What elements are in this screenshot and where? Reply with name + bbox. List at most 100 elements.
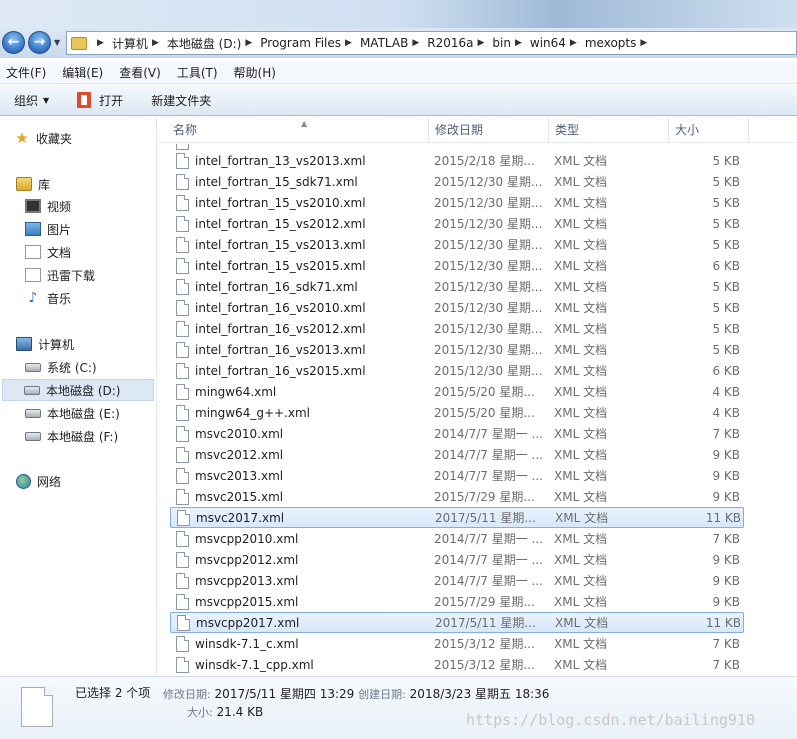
table-row[interactable]: intel_fortran_15_vs2015.xml 2015/12/30 星期… (170, 255, 744, 276)
nav-computer[interactable]: 计算机 (16, 333, 154, 355)
menu-item[interactable]: 文件(F) (6, 64, 46, 81)
table-row[interactable]: intel_fortran_15_sdk71.xml 2015/12/30 星期.… (170, 171, 744, 192)
nav-item-thunder-downloads[interactable]: 迅雷下载 (25, 264, 154, 286)
table-row[interactable]: intel_fortran_16_vs2010.xml 2015/12/30 星期… (170, 297, 744, 318)
forward-button[interactable]: → (28, 31, 51, 54)
file-name: msvcpp2017.xml (196, 615, 300, 630)
back-button[interactable]: ← (2, 31, 25, 54)
table-row[interactable]: msvc2017.xml 2017/5/11 星期... XML 文档 11 KB (170, 507, 744, 528)
file-type: XML 文档 (554, 175, 608, 189)
table-row[interactable]: msvcpp2015.xml 2015/7/29 星期... XML 文档 9 KB (170, 591, 744, 612)
table-row[interactable]: msvc2010.xml 2014/7/7 星期一 ... XML 文档 7 KB (170, 423, 744, 444)
nav-label: 本地磁盘 (D:) (46, 383, 121, 398)
table-row[interactable]: intel_fortran_16_sdk71.xml 2015/12/30 星期.… (170, 276, 744, 297)
table-row[interactable]: msvcpp2012.xml 2014/7/7 星期一 ... XML 文档 9 KB (170, 549, 744, 570)
file-size: 5 KB (712, 216, 740, 231)
column-size[interactable]: 大小 (669, 117, 749, 143)
nav-item-music[interactable]: ♪ 音乐 (25, 287, 154, 309)
history-dropdown-icon[interactable]: ▼ (54, 38, 64, 48)
breadcrumb-item[interactable]: 计算机 (112, 35, 148, 52)
table-row[interactable]: msvcpp2010.xml 2014/7/7 星期一 ... XML 文档 7 KB (170, 528, 744, 549)
breadcrumb-separator-icon[interactable]: ▶ (515, 38, 522, 48)
breadcrumb-separator-icon[interactable]: ▶ (245, 38, 252, 48)
column-type[interactable]: 类型 (549, 117, 669, 143)
breadcrumb-separator-icon[interactable]: ▶ (345, 38, 352, 48)
table-row[interactable]: intel_fortran_15_vs2010.xml 2015/12/30 星期… (170, 192, 744, 213)
menu-item[interactable]: 编辑(E) (62, 64, 103, 81)
nav-network[interactable]: 网络 (16, 470, 154, 492)
table-row[interactable]: intel_fortran_13_vs2013.xml 2015/2/18 星期.… (170, 150, 744, 171)
nav-item-drive-d[interactable]: 本地磁盘 (D:) (2, 379, 154, 401)
table-row[interactable]: mingw64.xml 2015/5/20 星期... XML 文档 4 KB (170, 381, 744, 402)
file-name: msvcpp2015.xml (195, 594, 299, 609)
nav-network-label: 网络 (37, 474, 62, 489)
breadcrumb-separator-icon[interactable]: ▶ (152, 38, 159, 48)
breadcrumb-item[interactable]: win64 (530, 36, 566, 50)
file-name: msvcpp2010.xml (195, 531, 299, 546)
table-row[interactable]: msvc2012.xml 2014/7/7 星期一 ... XML 文档 9 KB (170, 444, 744, 465)
open-label: 打开 (99, 93, 124, 108)
nav-favorites[interactable]: ★ 收藏夹 (14, 127, 154, 149)
breadcrumb-separator-icon[interactable]: ▶ (412, 38, 419, 48)
table-row[interactable]: intel_fortran_16_vs2013.xml 2015/12/30 星期… (170, 339, 744, 360)
file-size: 9 KB (712, 447, 740, 462)
table-row[interactable]: intel_fortran_15_vs2012.xml 2015/12/30 星期… (170, 213, 744, 234)
breadcrumb-separator-icon[interactable]: ▶ (97, 38, 104, 48)
column-name[interactable]: 名称 ▲ (167, 117, 429, 143)
xml-file-icon (176, 551, 189, 568)
table-row[interactable]: msvc2015.xml 2015/7/29 星期... XML 文档 9 KB (170, 486, 744, 507)
breadcrumb-item[interactable]: MATLAB (360, 36, 408, 50)
table-row[interactable]: msvcpp2013.xml 2014/7/7 星期一 ... XML 文档 9 KB (170, 570, 744, 591)
nav-item-pictures[interactable]: 图片 (25, 218, 154, 240)
file-name: intel_fortran_15_vs2013.xml (195, 237, 366, 252)
xml-file-icon (176, 635, 189, 652)
table-row[interactable]: intel_fortran_15_vs2013.xml 2015/12/30 星期… (170, 234, 744, 255)
nav-item-videos[interactable]: 视频 (25, 195, 154, 217)
xml-file-icon (177, 614, 190, 631)
address-bar[interactable]: ▶ 计算机 ▶ 本地磁盘 (D:) ▶ Program Files ▶ MATLAB ▶ R201… (66, 31, 797, 55)
breadcrumb-item[interactable]: 本地磁盘 (D:) (167, 35, 241, 52)
breadcrumb-item[interactable]: mexopts (585, 36, 637, 50)
organize-button[interactable]: 组织 ▼ (14, 92, 49, 109)
table-row[interactable]: winsdk-7.1_cpp.xml 2015/3/12 星期... XML 文档 7… (170, 654, 744, 675)
breadcrumb-separator-icon[interactable]: ▶ (570, 38, 577, 48)
file-type: XML 文档 (554, 448, 608, 462)
nav-item-drive-e[interactable]: 本地磁盘 (E:) (25, 402, 154, 424)
nav-item-drive-f[interactable]: 本地磁盘 (F:) (25, 425, 154, 447)
breadcrumb-item[interactable]: R2016a (427, 36, 473, 50)
table-row[interactable]: intel_fortran_16_vs2015.xml 2015/12/30 星期… (170, 360, 744, 381)
table-row[interactable]: intel_fortran_16_vs2012.xml 2015/12/30 星期… (170, 318, 744, 339)
nav-libraries-label: 库 (38, 177, 51, 192)
nav-item-drive-c[interactable]: 系统 (C:) (25, 356, 154, 378)
file-date: 2017/5/11 星期... (435, 511, 536, 525)
open-button[interactable]: 打开 (77, 92, 123, 109)
breadcrumb-separator-icon[interactable]: ▶ (640, 38, 647, 48)
xml-file-icon (176, 656, 189, 673)
file-name: mingw64.xml (195, 384, 277, 399)
nav-label: 图片 (47, 222, 72, 237)
file-name: intel_fortran_16_vs2015.xml (195, 363, 366, 378)
file-type: XML 文档 (554, 280, 608, 294)
nav-item-documents[interactable]: 文档 (25, 241, 154, 263)
menu-item[interactable]: 工具(T) (177, 64, 218, 81)
file-name: intel_fortran_16_vs2013.xml (195, 342, 366, 357)
menu-item[interactable]: 查看(V) (119, 64, 161, 81)
xml-file-icon (176, 257, 189, 274)
chevron-down-icon: ▼ (43, 95, 50, 105)
file-icon (21, 687, 53, 727)
file-type: XML 文档 (554, 301, 608, 315)
table-row[interactable]: mingw64_g++.xml 2015/5/20 星期... XML 文档 4 KB (170, 402, 744, 423)
new-folder-button[interactable]: 新建文件夹 (151, 92, 211, 109)
menu-item[interactable]: 帮助(H) (234, 64, 276, 81)
file-size: 5 KB (712, 279, 740, 294)
column-date[interactable]: 修改日期 (429, 117, 549, 143)
table-row[interactable]: winsdk-7.1_c.xml 2015/3/12 星期... XML 文档 7 K… (170, 633, 744, 654)
breadcrumb-item[interactable]: bin (492, 36, 511, 50)
table-row[interactable]: msvcpp2017.xml 2017/5/11 星期... XML 文档 11 KB (170, 612, 744, 633)
file-size: 7 KB (712, 636, 740, 651)
breadcrumb-separator-icon[interactable]: ▶ (477, 38, 484, 48)
breadcrumb-item[interactable]: Program Files (260, 36, 341, 50)
nav-libraries[interactable]: 库 (16, 173, 154, 195)
table-row[interactable]: msvc2013.xml 2014/7/7 星期一 ... XML 文档 9 KB (170, 465, 744, 486)
file-type: XML 文档 (554, 637, 608, 651)
